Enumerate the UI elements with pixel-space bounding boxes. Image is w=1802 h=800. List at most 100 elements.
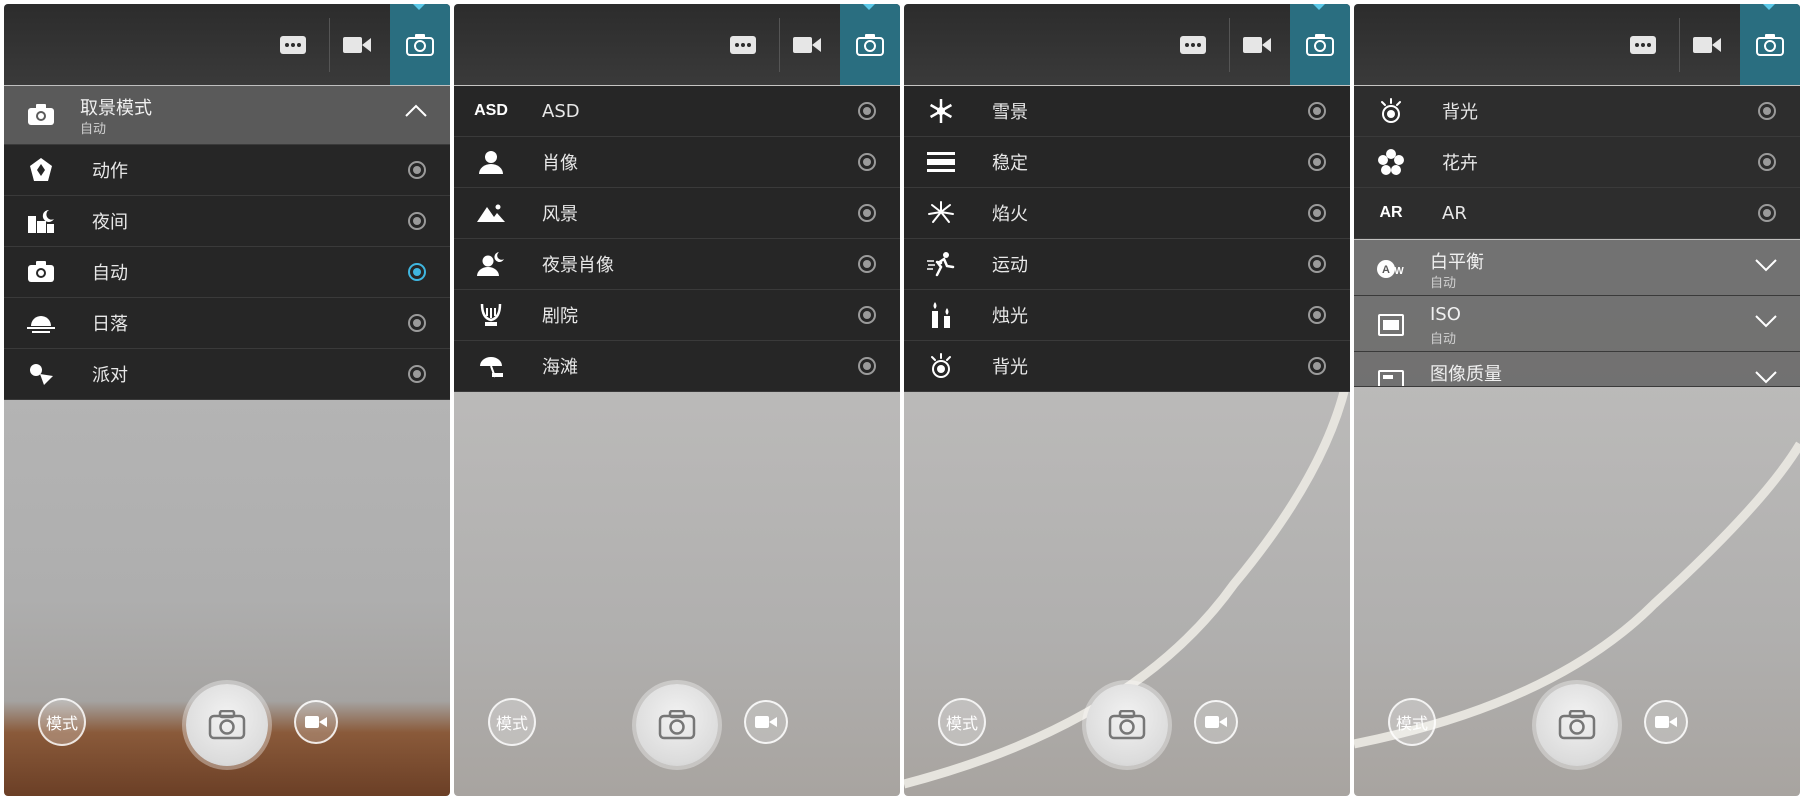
backlight-icon xyxy=(931,353,951,378)
camera-panel-4: 背光 花卉 AR AR AW 白平衡 自动 ISO 自动 图像质量 模式 xyxy=(1354,4,1800,796)
mode-button[interactable]: 模式 xyxy=(938,698,986,746)
video-camera-icon xyxy=(305,716,327,728)
svg-text:W: W xyxy=(1394,266,1404,277)
scene-option-portrait[interactable]: 肖像 xyxy=(454,137,900,188)
camera-icon xyxy=(1108,710,1146,740)
shutter-button[interactable] xyxy=(1086,684,1168,766)
option-label: 背光 xyxy=(992,357,1028,378)
radio-button[interactable] xyxy=(408,314,426,332)
scene-option-sports[interactable]: 运动 xyxy=(904,239,1350,290)
scene-option-backlight[interactable]: 背光 xyxy=(1354,86,1800,137)
video-tab[interactable] xyxy=(778,4,836,85)
camera-icon xyxy=(1558,710,1596,740)
radio-button[interactable] xyxy=(1308,255,1326,273)
radio-button[interactable] xyxy=(858,306,876,324)
radio-button[interactable] xyxy=(858,255,876,273)
radio-button[interactable] xyxy=(1308,306,1326,324)
flower-icon xyxy=(1378,149,1404,175)
mode-button[interactable]: 模式 xyxy=(38,698,86,746)
option-label: 剧院 xyxy=(542,306,578,327)
record-video-button[interactable] xyxy=(294,700,338,744)
scene-option-backlight[interactable]: 背光 xyxy=(904,341,1350,392)
video-tab[interactable] xyxy=(328,4,386,85)
iso-setting[interactable]: ISO 自动 xyxy=(1354,296,1800,352)
svg-text:A: A xyxy=(1382,264,1390,276)
camera-icon xyxy=(406,33,434,56)
setting-title: 图像质量 xyxy=(1430,364,1502,385)
more-button[interactable] xyxy=(1164,4,1222,85)
radio-button-selected[interactable] xyxy=(408,263,426,281)
scene-option-landscape[interactable]: 风景 xyxy=(454,188,900,239)
radio-button[interactable] xyxy=(858,102,876,120)
scene-option-candlelight[interactable]: 烛光 xyxy=(904,290,1350,341)
camera-icon xyxy=(658,710,696,740)
radio-button[interactable] xyxy=(858,153,876,171)
shutter-button[interactable] xyxy=(186,684,268,766)
scene-menu: 背光 花卉 AR AR xyxy=(1354,86,1800,239)
radio-button[interactable] xyxy=(858,204,876,222)
sunset-icon xyxy=(27,316,55,333)
scene-option-asd[interactable]: ASD ASD xyxy=(454,86,900,137)
photo-tab[interactable] xyxy=(1290,4,1350,85)
white-balance-setting[interactable]: AW 白平衡 自动 xyxy=(1354,240,1800,296)
video-camera-icon xyxy=(1205,716,1227,728)
radio-button[interactable] xyxy=(1308,102,1326,120)
scene-option-theater[interactable]: 剧院 xyxy=(454,290,900,341)
scene-option-ar[interactable]: AR AR xyxy=(1354,188,1800,239)
scene-option-flower[interactable]: 花卉 xyxy=(1354,137,1800,188)
scene-option-fireworks[interactable]: 焰火 xyxy=(904,188,1350,239)
record-video-button[interactable] xyxy=(744,700,788,744)
mode-button[interactable]: 模式 xyxy=(488,698,536,746)
scene-option-action[interactable]: 动作 xyxy=(4,145,450,196)
option-label: 夜景肖像 xyxy=(542,255,614,276)
radio-button[interactable] xyxy=(1308,153,1326,171)
more-button[interactable] xyxy=(1614,4,1672,85)
radio-button[interactable] xyxy=(408,161,426,179)
shutter-button[interactable] xyxy=(1536,684,1618,766)
bottom-controls: 模式 xyxy=(454,656,900,796)
camera-icon xyxy=(208,710,246,740)
radio-button[interactable] xyxy=(1758,102,1776,120)
more-button[interactable] xyxy=(264,4,322,85)
more-button[interactable] xyxy=(714,4,772,85)
night-icon xyxy=(28,209,54,233)
video-camera-icon xyxy=(1655,716,1677,728)
radio-button[interactable] xyxy=(1308,357,1326,375)
record-video-button[interactable] xyxy=(1194,700,1238,744)
image-quality-setting[interactable]: 图像质量 xyxy=(1354,352,1800,387)
video-tab[interactable] xyxy=(1678,4,1736,85)
scene-option-party[interactable]: 派对 xyxy=(4,349,450,400)
active-indicator xyxy=(863,4,875,10)
beach-icon xyxy=(480,357,503,378)
snow-icon xyxy=(929,99,953,123)
video-tab[interactable] xyxy=(1228,4,1286,85)
scene-option-night[interactable]: 夜间 xyxy=(4,196,450,247)
steady-icon xyxy=(927,152,955,172)
scene-option-auto[interactable]: 自动 xyxy=(4,247,450,298)
scene-option-night-portrait[interactable]: 夜景肖像 xyxy=(454,239,900,290)
option-label: 焰火 xyxy=(992,204,1028,225)
mode-button[interactable]: 模式 xyxy=(1388,698,1436,746)
radio-button[interactable] xyxy=(858,357,876,375)
photo-tab[interactable] xyxy=(390,4,450,85)
scene-option-snow[interactable]: 雪景 xyxy=(904,86,1350,137)
bottom-controls: 模式 xyxy=(4,656,450,796)
record-video-button[interactable] xyxy=(1644,700,1688,744)
top-bar xyxy=(1354,4,1800,85)
radio-button[interactable] xyxy=(1758,153,1776,171)
video-camera-icon xyxy=(1693,36,1721,53)
scene-option-beach[interactable]: 海滩 xyxy=(454,341,900,392)
top-bar xyxy=(904,4,1350,85)
photo-tab[interactable] xyxy=(1740,4,1800,85)
photo-tab[interactable] xyxy=(840,4,900,85)
scene-option-sunset[interactable]: 日落 xyxy=(4,298,450,349)
radio-button[interactable] xyxy=(1758,204,1776,222)
shutter-button[interactable] xyxy=(636,684,718,766)
scene-option-steady[interactable]: 稳定 xyxy=(904,137,1350,188)
setting-title: ISO xyxy=(1430,304,1461,325)
radio-button[interactable] xyxy=(408,365,426,383)
radio-button[interactable] xyxy=(408,212,426,230)
more-icon xyxy=(280,35,306,54)
radio-button[interactable] xyxy=(1308,204,1326,222)
scene-mode-header[interactable]: 取景模式 自动 xyxy=(4,86,450,145)
